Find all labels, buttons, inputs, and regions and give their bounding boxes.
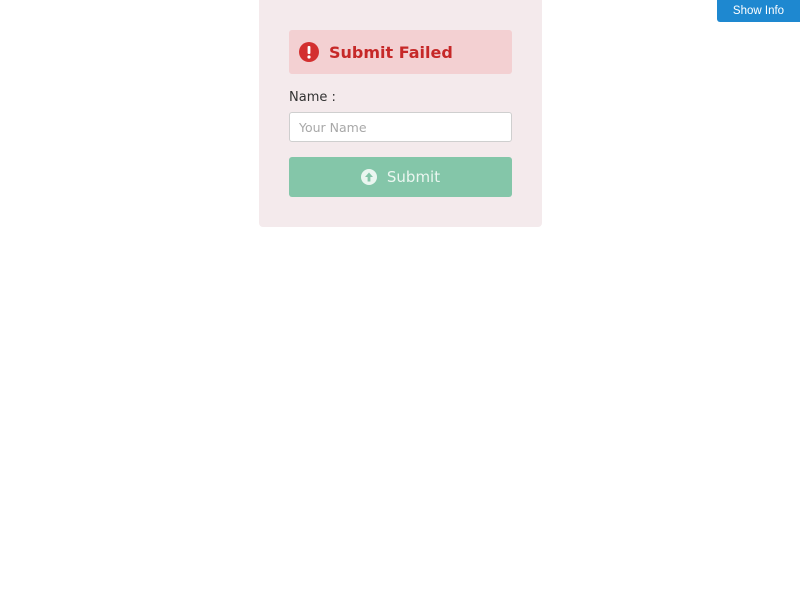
submit-button[interactable]: Submit [289, 157, 512, 197]
name-input[interactable] [289, 112, 512, 142]
alert-message: Submit Failed [329, 42, 453, 62]
arrow-up-circle-icon [360, 169, 377, 185]
error-alert: Submit Failed [289, 30, 512, 74]
form-panel: Submit Failed Name : Submit [259, 0, 542, 227]
show-info-button[interactable]: Show Info [717, 0, 800, 22]
name-label: Name : [289, 90, 336, 105]
exclamation-circle-icon [299, 42, 319, 62]
submit-label: Submit [386, 168, 441, 186]
